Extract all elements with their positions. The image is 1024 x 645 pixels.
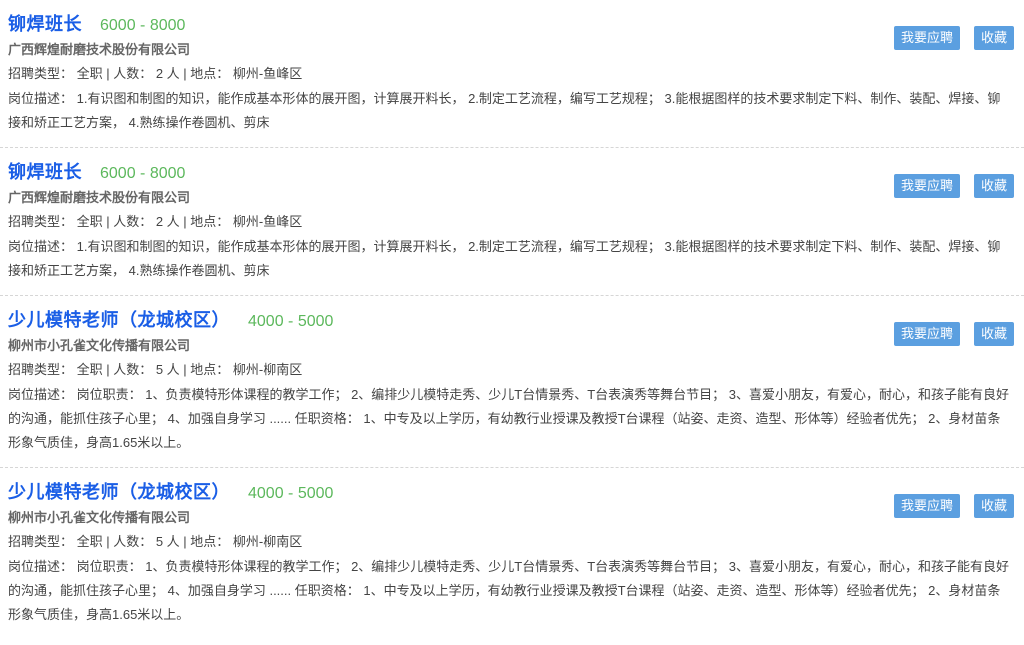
job-header: 少儿模特老师（龙城校区） 4000 - 5000	[8, 306, 1018, 334]
job-actions: 我要应聘 收藏	[893, 494, 1014, 518]
job-actions: 我要应聘 收藏	[893, 322, 1014, 346]
job-title-link[interactable]: 铆焊班长	[8, 158, 82, 184]
job-meta: 招聘类型： 全职 | 人数： 5 人 | 地点： 柳州-柳南区	[8, 534, 303, 549]
job-meta: 招聘类型： 全职 | 人数： 2 人 | 地点： 柳州-鱼峰区	[8, 214, 303, 229]
favorite-button[interactable]: 收藏	[973, 494, 1014, 518]
job-item: 铆焊班长 6000 - 8000 广西辉煌耐磨技术股份有限公司 招聘类型： 全职…	[0, 0, 1024, 148]
job-description: 岗位描述： 岗位职责： 1、负责模特形体课程的教学工作； 2、编排少儿模特走秀、…	[8, 559, 1010, 622]
favorite-button[interactable]: 收藏	[973, 174, 1014, 198]
job-description: 岗位描述： 1.有识图和制图的知识，能作成基本形体的展开图，计算展开料长， 2.…	[8, 91, 1001, 130]
favorite-button[interactable]: 收藏	[973, 26, 1014, 50]
job-meta: 招聘类型： 全职 | 人数： 5 人 | 地点： 柳州-柳南区	[8, 362, 303, 377]
company-name: 广西辉煌耐磨技术股份有限公司	[8, 42, 191, 57]
job-header: 少儿模特老师（龙城校区） 4000 - 5000	[8, 478, 1018, 506]
job-header: 铆焊班长 6000 - 8000	[8, 10, 1018, 38]
job-item: 铆焊班长 6000 - 8000 广西辉煌耐磨技术股份有限公司 招聘类型： 全职…	[0, 148, 1024, 296]
job-description: 岗位描述： 岗位职责： 1、负责模特形体课程的教学工作； 2、编排少儿模特走秀、…	[8, 387, 1010, 450]
apply-button[interactable]: 我要应聘	[893, 174, 960, 198]
job-salary: 4000 - 5000	[248, 485, 334, 502]
favorite-button[interactable]: 收藏	[973, 322, 1014, 346]
job-meta: 招聘类型： 全职 | 人数： 2 人 | 地点： 柳州-鱼峰区	[8, 66, 303, 81]
company-name: 柳州市小孔雀文化传播有限公司	[8, 338, 191, 353]
job-description: 岗位描述： 1.有识图和制图的知识，能作成基本形体的展开图，计算展开料长， 2.…	[8, 239, 1001, 278]
job-title-link[interactable]: 少儿模特老师（龙城校区）	[8, 306, 230, 332]
job-salary: 6000 - 8000	[100, 165, 186, 182]
apply-button[interactable]: 我要应聘	[893, 494, 960, 518]
apply-button[interactable]: 我要应聘	[893, 26, 960, 50]
company-name: 广西辉煌耐磨技术股份有限公司	[8, 190, 191, 205]
job-list: 铆焊班长 6000 - 8000 广西辉煌耐磨技术股份有限公司 招聘类型： 全职…	[0, 0, 1024, 639]
job-item: 少儿模特老师（龙城校区） 4000 - 5000 柳州市小孔雀文化传播有限公司 …	[0, 468, 1024, 639]
apply-button[interactable]: 我要应聘	[893, 322, 960, 346]
job-actions: 我要应聘 收藏	[893, 174, 1014, 198]
company-name: 柳州市小孔雀文化传播有限公司	[8, 510, 191, 525]
job-actions: 我要应聘 收藏	[893, 26, 1014, 50]
job-item: 少儿模特老师（龙城校区） 4000 - 5000 柳州市小孔雀文化传播有限公司 …	[0, 296, 1024, 468]
job-title-link[interactable]: 铆焊班长	[8, 10, 82, 36]
job-salary: 4000 - 5000	[248, 313, 334, 330]
job-salary: 6000 - 8000	[100, 17, 186, 34]
job-title-link[interactable]: 少儿模特老师（龙城校区）	[8, 478, 230, 504]
job-header: 铆焊班长 6000 - 8000	[8, 158, 1018, 186]
